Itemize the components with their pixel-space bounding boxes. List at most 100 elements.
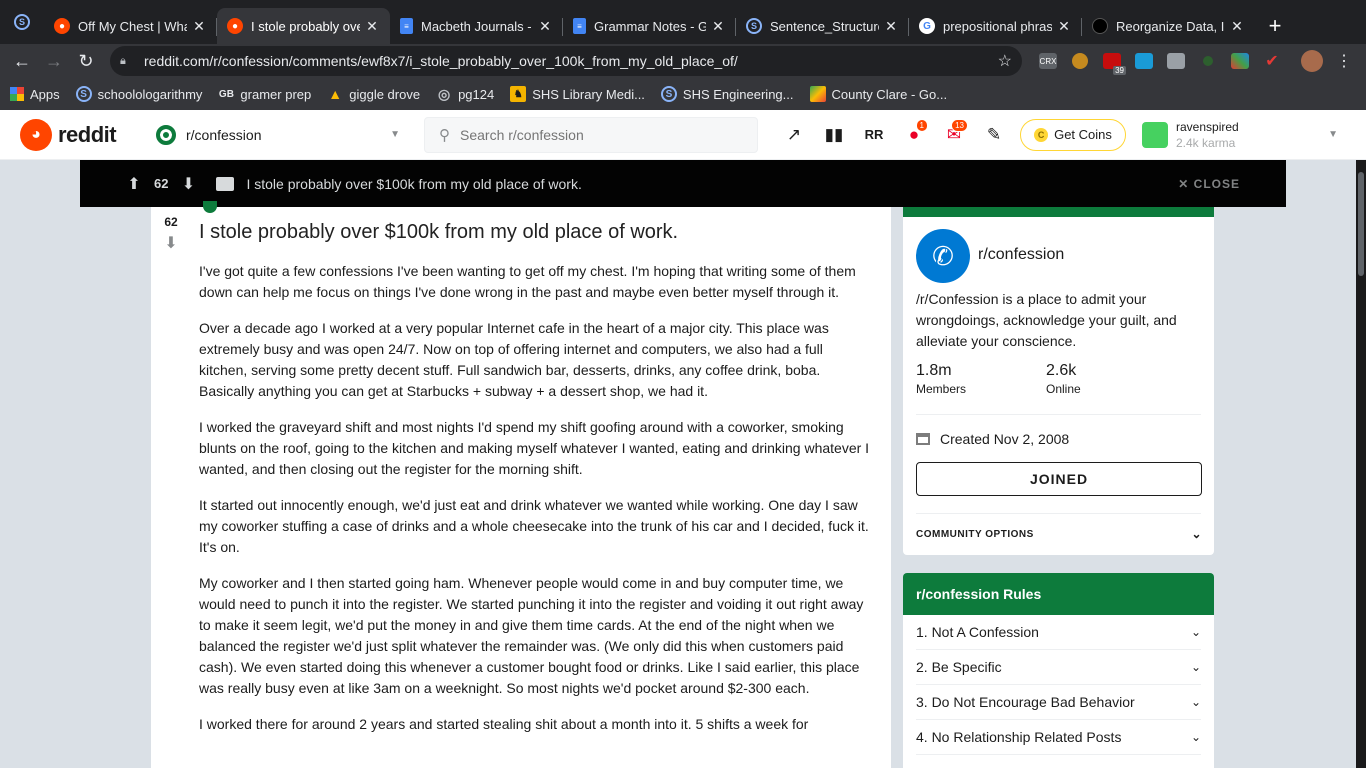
extension-leaf-icon[interactable] — [1192, 45, 1224, 77]
community-options-toggle[interactable]: COMMUNITY OPTIONS ⌄ — [916, 527, 1202, 541]
browser-tab[interactable]: Reorganize Data, Im ✕ — [1082, 8, 1255, 44]
leaderboard-icon[interactable]: ▮▮ — [814, 115, 854, 155]
address-bar[interactable]: 🔒︎ reddit.com/r/confession/comments/ewf8… — [110, 46, 1022, 76]
extension-color-icon[interactable] — [1224, 45, 1256, 77]
rpan-icon[interactable]: RR — [854, 115, 894, 155]
forward-arrow-icon[interactable]: → — [38, 45, 70, 77]
extension-abp-icon[interactable]: 39 — [1096, 45, 1128, 77]
bookmark-item[interactable]: S SHS Engineering... — [660, 86, 794, 102]
close-icon[interactable]: ✕ — [537, 18, 553, 35]
bookmark-item[interactable]: ♞ SHS Library Medi... — [510, 86, 645, 102]
rule-item[interactable]: 2. Be Specific ⌄ — [916, 650, 1201, 685]
create-post-pencil-icon[interactable]: ✎ — [974, 115, 1014, 155]
browser-tab[interactable]: ● Off My Chest | Wha ✕ — [44, 8, 217, 44]
upvote-arrow-icon[interactable]: ⬆ — [122, 174, 146, 194]
reddit-header: ◕ reddit r/confession ▼ ⚲ ↗ ▮▮ RR ●1 ✉13… — [0, 110, 1366, 160]
tab-pinned[interactable]: S — [0, 0, 44, 44]
extension-crx-icon[interactable]: CRX — [1032, 45, 1064, 77]
reload-icon[interactable]: ↻ — [70, 45, 102, 77]
schoology-icon: S — [75, 86, 92, 102]
reddit-logo[interactable]: ◕ reddit — [20, 118, 140, 151]
inbox-icon[interactable]: ✉ 13 — [934, 115, 974, 155]
snoo-icon: ◕ — [20, 118, 52, 151]
chevron-down-icon: ⌄ — [1190, 695, 1201, 709]
bookmark-item[interactable]: GB gramer prep — [218, 86, 311, 102]
post-content: 62 ⬇ I stole probably over $100k from my… — [151, 201, 891, 768]
close-button[interactable]: ✕ CLOSE — [1178, 177, 1240, 191]
subreddit-icon — [156, 124, 176, 145]
scrollbar-thumb[interactable] — [1358, 172, 1364, 276]
bookmark-star-icon[interactable]: ☆ — [998, 51, 1012, 71]
extension-owl-icon[interactable] — [1064, 45, 1096, 77]
bookmark-item[interactable]: Sschoolologarithmy — [75, 86, 202, 102]
rule-item[interactable]: 3. Do Not Encourage Bad Behavior ⌄ — [916, 685, 1201, 720]
close-icon[interactable]: ✕ — [364, 18, 380, 35]
chevron-down-icon: ⌄ — [1190, 625, 1201, 639]
post-paragraph: I worked the graveyard shift and most ni… — [199, 419, 870, 477]
search-bar[interactable]: ⚲ — [424, 116, 758, 153]
back-arrow-icon[interactable]: ← — [6, 45, 38, 77]
browser-tab[interactable]: S Sentence_Structure ✕ — [736, 8, 909, 44]
schoology-icon: S — [746, 18, 762, 34]
online-stat: 2.6k Online — [1046, 362, 1081, 396]
search-input[interactable] — [460, 126, 720, 143]
username: ravenspired — [1176, 119, 1239, 134]
new-tab-plus-icon[interactable]: + — [1255, 8, 1295, 44]
bookmark-item[interactable]: ▲ giggle drove — [327, 86, 420, 102]
divider — [916, 513, 1201, 514]
reddit-wordmark: reddit — [58, 121, 117, 147]
rule-item[interactable]: 4. No Relationship Related Posts ⌄ — [916, 720, 1201, 755]
coin-icon: C — [1034, 127, 1049, 142]
downvote-arrow-icon[interactable]: ⬇ — [176, 174, 200, 194]
post-paragraph: I've got quite a few confessions I've be… — [199, 263, 856, 300]
profile-avatar-icon[interactable] — [1296, 45, 1328, 77]
chevron-down-icon: ▼ — [390, 129, 400, 140]
docs-favicon-icon: ≡ — [400, 18, 413, 34]
page-scrollbar[interactable] — [1356, 160, 1366, 768]
browser-tab[interactable]: ≡ Grammar Notes - G ✕ — [563, 8, 736, 44]
bookmark-item[interactable]: County Clare - Go... — [809, 86, 947, 102]
shs-library-icon: ♞ — [510, 86, 527, 102]
reddit-favicon-icon: ● — [227, 18, 243, 34]
members-stat: 1.8m Members — [916, 362, 967, 396]
extension-check-icon[interactable]: ✔ — [1256, 45, 1288, 77]
bookmark-item[interactable]: ◎ pg124 — [436, 86, 494, 102]
reddit-favicon-icon: ● — [54, 18, 70, 34]
rule-item[interactable]: 1. Not A Confession ⌄ — [916, 615, 1201, 650]
schoology-icon: S — [14, 14, 30, 30]
user-menu[interactable]: ravenspired 2.4k karma ▼ — [1142, 120, 1338, 150]
github-favicon-icon — [1092, 18, 1108, 34]
search-icon: ⚲ — [439, 126, 450, 144]
close-icon[interactable]: ✕ — [191, 18, 207, 35]
extension-briefcase-icon[interactable] — [1160, 45, 1192, 77]
tab-title: Macbeth Journals - — [421, 18, 532, 34]
rules-title: r/confession Rules — [903, 573, 1214, 615]
close-icon[interactable]: ✕ — [1229, 18, 1245, 35]
subreddit-picker[interactable]: r/confession ▼ — [148, 117, 408, 153]
downvote-arrow-icon[interactable]: ⬇ — [164, 233, 177, 253]
sticky-post-title: I stole probably over $100k from my old … — [246, 175, 582, 192]
menu-kebab-icon[interactable]: ⋮ — [1328, 45, 1360, 77]
get-coins-button[interactable]: C Get Coins — [1020, 118, 1126, 151]
browser-tab[interactable]: G prepositional phras ✕ — [909, 8, 1082, 44]
extension-grammarly-icon[interactable] — [1128, 45, 1160, 77]
community-description: /r/Confession is a place to admit your w… — [916, 291, 1177, 349]
google-drive-icon: ▲ — [328, 86, 343, 102]
close-icon[interactable]: ✕ — [710, 18, 726, 35]
tab-title: I stole probably ove — [251, 18, 360, 34]
tab-title: prepositional phras — [943, 18, 1052, 34]
close-icon[interactable]: ✕ — [883, 18, 899, 35]
tab-title: Grammar Notes - G — [594, 18, 706, 34]
community-name[interactable]: r/confession — [978, 246, 1064, 264]
post-sticky-bar: ⬆ 62 ⬇ I stole probably over $100k from … — [80, 160, 1286, 207]
browser-tab[interactable]: ≡ Macbeth Journals - ✕ — [390, 8, 563, 44]
browser-tab-active[interactable]: ● I stole probably ove ✕ — [217, 8, 390, 44]
chat-icon[interactable]: ● 1 — [894, 115, 934, 155]
post-paragraph: It started out innocently enough, we'd j… — [199, 497, 869, 555]
rules-card: r/confession Rules 1. Not A Confession ⌄ … — [903, 573, 1214, 768]
close-icon[interactable]: ✕ — [1056, 18, 1072, 35]
trending-icon[interactable]: ↗ — [774, 115, 814, 155]
chevron-down-icon: ⌄ — [1191, 527, 1202, 541]
joined-button[interactable]: JOINED — [916, 462, 1202, 496]
bookmark-apps[interactable]: Apps — [10, 87, 60, 102]
